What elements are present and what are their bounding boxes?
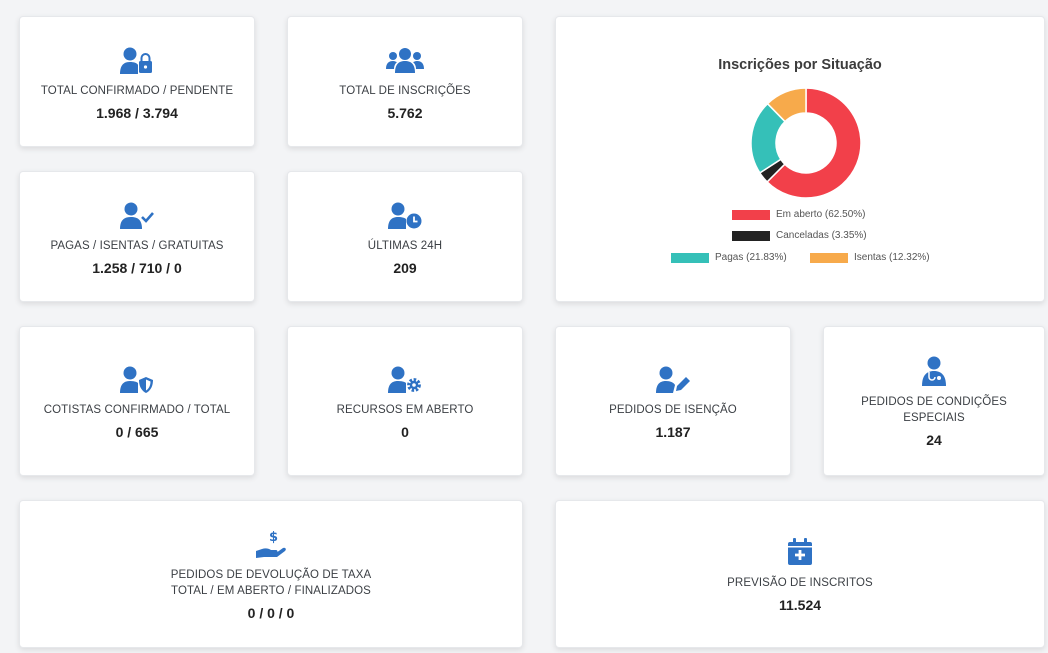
card-value: 0 — [401, 424, 409, 440]
card-recursos: RECURSOS EM ABERTO 0 — [287, 326, 523, 476]
legend-label: Canceladas (3.35%) — [776, 230, 867, 241]
card-cotistas: COTISTAS CONFIRMADO / TOTAL 0 / 665 — [19, 326, 255, 476]
card-value: 1.968 / 3.794 — [96, 104, 178, 121]
user-cog-icon — [385, 362, 425, 396]
user-edit-icon — [653, 362, 693, 396]
card-devolucao-taxa: $ PEDIDOS DE DEVOLUÇÃO DE TAXA TOTAL / E… — [19, 500, 523, 648]
calendar-plus-icon — [780, 535, 820, 569]
legend-swatch — [732, 230, 770, 241]
card-pagas-isentas: PAGAS / ISENTAS / GRATUITAS 1.258 / 710 … — [19, 171, 255, 302]
card-value: 209 — [393, 259, 417, 276]
svg-text:$: $ — [269, 530, 278, 545]
card-label-line2: ESPECIAIS — [903, 412, 965, 424]
card-label: RECURSOS EM ABERTO — [336, 404, 474, 416]
user-shield-icon — [117, 362, 157, 396]
card-label: ÚLTIMAS 24H — [367, 239, 443, 252]
legend-item-canceladas[interactable]: Canceladas (3.35%) — [732, 230, 867, 241]
legend-label: Pagas (21.83%) — [715, 252, 787, 263]
card-value: 0 / 665 — [115, 424, 159, 440]
legend-item-isentas[interactable]: Isentas (12.32%) — [810, 252, 930, 263]
chart-title: Inscrições por Situação — [718, 57, 882, 73]
card-value: 1.258 / 710 / 0 — [92, 259, 182, 276]
card-total-confirmado: TOTAL CONFIRMADO / PENDENTE 1.968 / 3.79… — [19, 16, 255, 147]
legend-swatch — [671, 252, 709, 263]
user-doctor-icon — [914, 354, 954, 388]
user-check-icon — [117, 198, 157, 232]
legend-swatch — [732, 209, 770, 220]
card-label-line2: TOTAL / EM ABERTO / FINALIZADOS — [171, 585, 371, 597]
legend-label: Em aberto (62.50%) — [776, 209, 866, 220]
chart-card: Inscrições por Situação Em aberto (62.50… — [555, 16, 1045, 302]
card-ultimas-24h: ÚLTIMAS 24H 209 — [287, 171, 523, 302]
card-value: 1.187 — [655, 424, 691, 440]
card-label: TOTAL DE INSCRIÇÕES — [339, 84, 471, 97]
card-condicoes-especiais: PEDIDOS DE CONDIÇÕES ESPECIAIS 24 — [823, 326, 1045, 476]
card-pedidos-isencao: PEDIDOS DE ISENÇÃO 1.187 — [555, 326, 791, 476]
card-previsao-inscritos: PREVISÃO DE INSCRITOS 11.524 — [555, 500, 1045, 648]
legend-item-em-aberto[interactable]: Em aberto (62.50%) — [732, 209, 866, 220]
legend-label: Isentas (12.32%) — [854, 252, 930, 263]
card-label: PAGAS / ISENTAS / GRATUITAS — [50, 239, 224, 252]
users-icon — [385, 43, 425, 77]
card-label-line1: PEDIDOS DE DEVOLUÇÃO DE TAXA — [170, 569, 372, 581]
card-value: 11.524 — [778, 597, 822, 613]
legend-item-pagas[interactable]: Pagas (21.83%) — [671, 252, 787, 263]
card-label: COTISTAS CONFIRMADO / TOTAL — [43, 404, 231, 416]
legend-swatch — [810, 252, 848, 263]
card-value: 5.762 — [387, 104, 423, 121]
card-label-line1: PEDIDOS DE CONDIÇÕES — [861, 396, 1007, 408]
user-lock-icon — [117, 43, 157, 77]
card-value: 24 — [926, 432, 942, 448]
card-label: TOTAL CONFIRMADO / PENDENTE — [40, 84, 234, 97]
donut-chart — [750, 87, 862, 199]
card-label: PREVISÃO DE INSCRITOS — [727, 577, 873, 589]
hand-dollar-icon: $ — [251, 527, 291, 561]
user-clock-icon — [385, 198, 425, 232]
card-label: PEDIDOS DE ISENÇÃO — [609, 404, 737, 416]
card-total-inscricoes: TOTAL DE INSCRIÇÕES 5.762 — [287, 16, 523, 147]
card-value: 0 / 0 / 0 — [247, 605, 295, 621]
